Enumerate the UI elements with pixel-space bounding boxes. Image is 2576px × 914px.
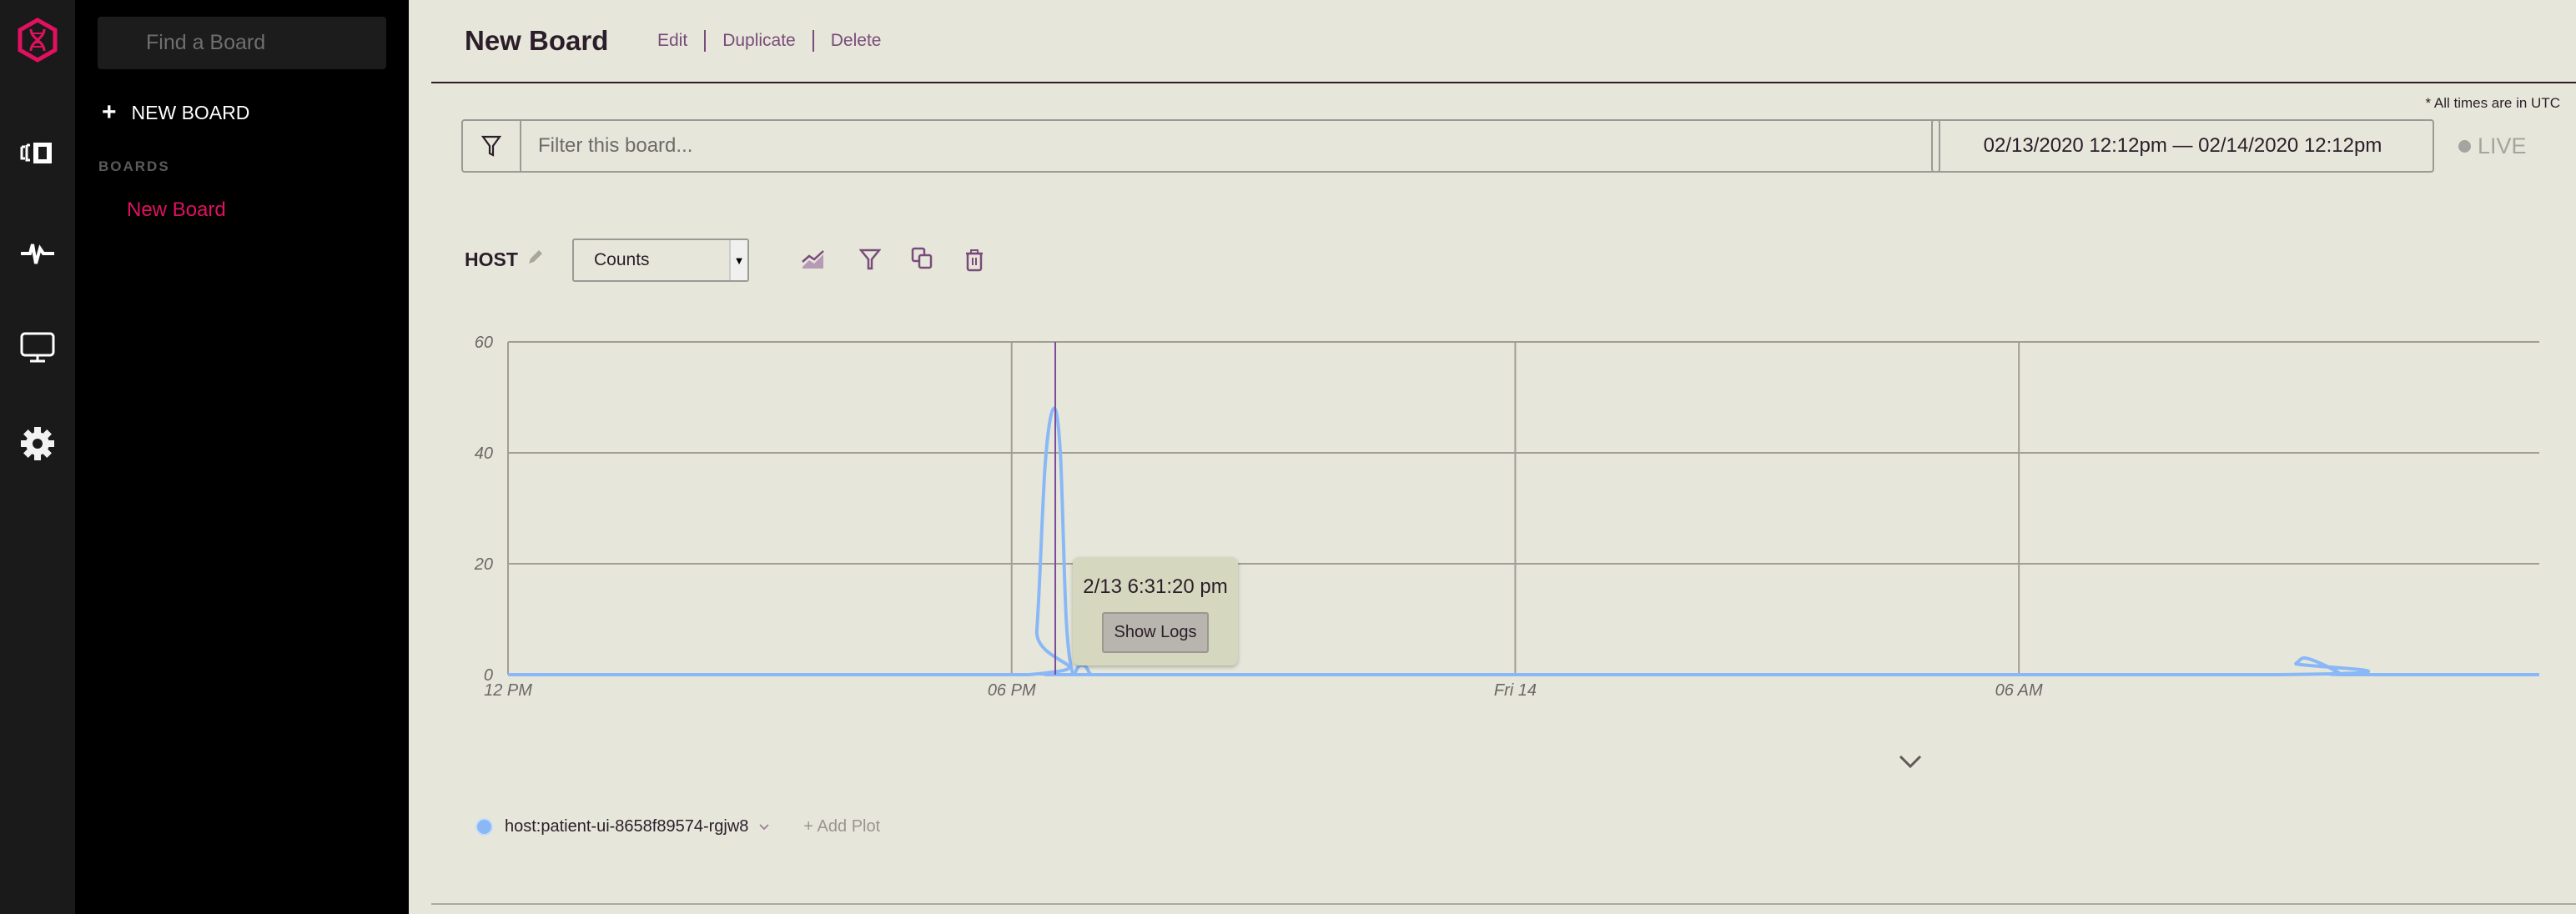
add-plot-button[interactable]: + Add Plot: [803, 817, 880, 836]
plus-icon: +: [102, 98, 117, 126]
y-tick-label: 20: [474, 555, 493, 574]
filter-icon: [481, 135, 501, 157]
x-tick-label: 12 PM: [484, 681, 532, 700]
duplicate-icon: [911, 247, 933, 269]
duplicate-panel-button[interactable]: [911, 247, 933, 274]
boards-panel: + NEW BOARD BOARDS New Board: [75, 0, 409, 914]
logo-icon[interactable]: [0, 15, 75, 65]
y-tick-label: 60: [475, 334, 493, 352]
activity-icon[interactable]: [0, 235, 75, 269]
page-title: New Board: [465, 25, 609, 56]
chevron-down-icon: [1899, 755, 1922, 769]
icon-rail: [0, 0, 75, 914]
area-chart-icon: [802, 250, 824, 269]
series-line: [507, 406, 2539, 677]
board-actions: Edit Duplicate Delete: [657, 30, 881, 52]
caret-down-icon: ▼: [729, 240, 747, 280]
find-board-input[interactable]: [98, 17, 386, 69]
duplicate-link[interactable]: Duplicate: [722, 31, 796, 51]
series-options-button[interactable]: [758, 817, 770, 836]
settings-icon[interactable]: [0, 425, 75, 462]
board-filter: [461, 119, 1940, 173]
edit-link[interactable]: Edit: [657, 31, 687, 51]
delete-panel-button[interactable]: [964, 249, 984, 276]
series-color-dot: [477, 820, 491, 834]
live-label: LIVE: [2478, 133, 2527, 158]
metric-select[interactable]: Counts ▼: [572, 239, 749, 282]
sidebar-item-new-board[interactable]: New Board: [127, 198, 226, 222]
main-content: New Board Edit Duplicate Delete * All ti…: [409, 0, 2576, 914]
filter-board-input[interactable]: [521, 121, 1939, 171]
tooltip-time: 2/13 6:31:20 pm: [1083, 575, 1228, 598]
y-tick-label: 40: [475, 444, 493, 463]
pencil-icon: [529, 250, 542, 264]
header-divider: [431, 82, 2576, 83]
chart-legend: host:patient-ui-8658f89574-rgjw8 + Add P…: [477, 817, 880, 836]
live-toggle[interactable]: LIVE: [2458, 133, 2527, 159]
area-chart-button[interactable]: [801, 249, 826, 274]
filter-icon: [858, 249, 882, 270]
expand-button[interactable]: [1898, 754, 1923, 775]
panel-filter-button[interactable]: [858, 249, 882, 274]
filter-button[interactable]: [463, 121, 521, 171]
boards-icon[interactable]: [0, 140, 75, 165]
show-logs-button[interactable]: Show Logs: [1102, 612, 1209, 653]
utc-note: * All times are in UTC: [2425, 95, 2560, 111]
boards-heading: BOARDS: [98, 158, 170, 174]
new-board-button[interactable]: + NEW BOARD: [102, 100, 249, 125]
delete-link[interactable]: Delete: [831, 31, 882, 51]
x-tick-label: 06 PM: [988, 681, 1036, 700]
x-tick-label: Fri 14: [1494, 681, 1537, 700]
divider: [812, 30, 814, 52]
chevron-down-icon: [759, 824, 770, 831]
date-range-picker[interactable]: 02/13/2020 12:12pm — 02/14/2020 12:12pm: [1931, 119, 2434, 173]
x-tick-label: 06 AM: [1995, 681, 2043, 700]
live-status-dot: [2458, 140, 2471, 153]
metric-select-value: Counts: [594, 250, 650, 269]
chart-tooltip: 2/13 6:31:20 pm Show Logs: [1073, 557, 1238, 665]
monitor-icon[interactable]: [0, 329, 75, 366]
footer-divider: [431, 903, 2576, 905]
counts-chart[interactable]: 020406012 PM 06 PM Fri 14 06 AM: [409, 317, 2576, 717]
edit-title-button[interactable]: [526, 249, 544, 271]
trash-icon: [966, 249, 983, 272]
series-label[interactable]: host:patient-ui-8658f89574-rgjw8: [505, 817, 748, 836]
panel-title: HOST: [465, 249, 518, 270]
new-board-label: NEW BOARD: [131, 101, 250, 123]
divider: [704, 30, 707, 52]
